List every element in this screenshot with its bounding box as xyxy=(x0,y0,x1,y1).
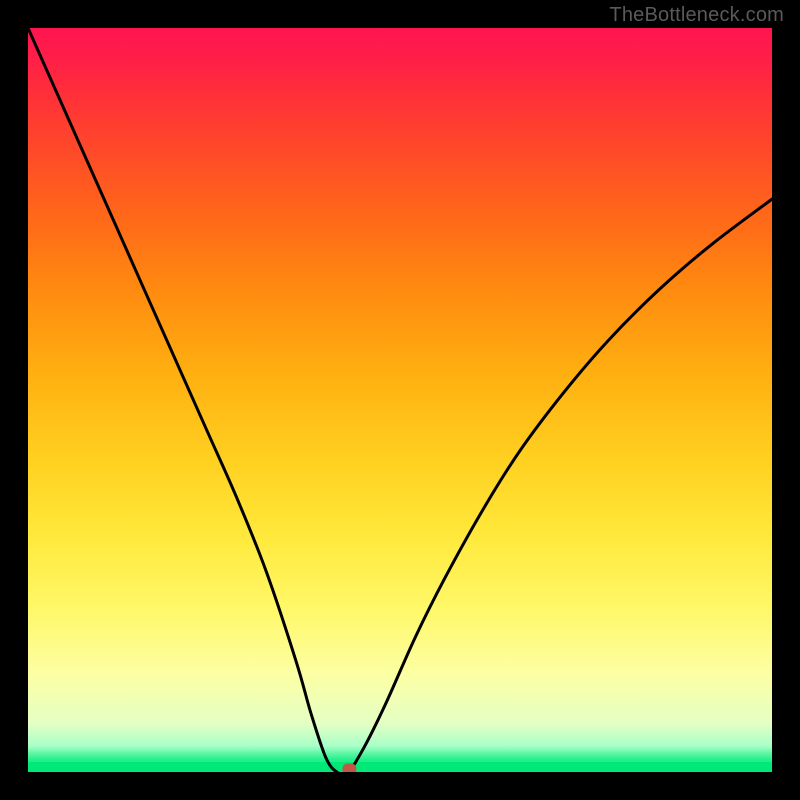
chart-plot-area xyxy=(28,28,772,772)
optimal-point-marker xyxy=(342,764,356,773)
chart-svg xyxy=(28,28,772,772)
watermark-text: TheBottleneck.com xyxy=(609,4,784,27)
bottleneck-curve xyxy=(28,28,772,772)
